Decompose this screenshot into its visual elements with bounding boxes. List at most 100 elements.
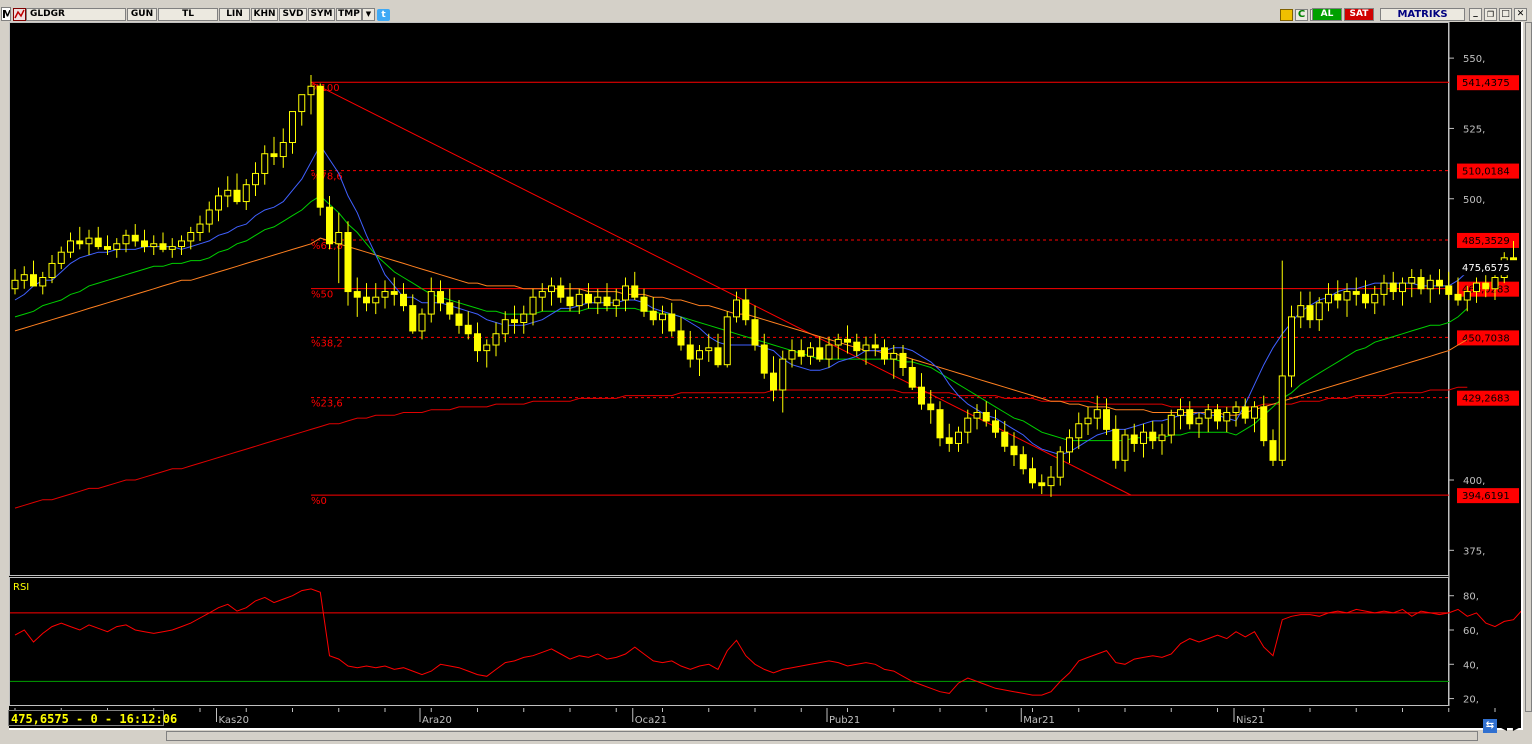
candle-body [363,296,370,304]
candle-body [279,142,287,158]
period-button[interactable]: GUN [127,8,157,21]
ma-200-line [14,386,1468,509]
chart-type-icon[interactable] [13,8,26,21]
candle-body [1473,282,1480,293]
candle-body [705,347,713,352]
candle-body [85,237,93,245]
candle-body [1445,285,1453,295]
candle-body [11,279,19,290]
candle-body [881,347,888,360]
currency-button[interactable]: TL [158,8,218,21]
candle-body [853,341,861,352]
candle-body [437,291,444,304]
matriks-menu-button[interactable]: M [1,7,11,21]
pencil-icon[interactable] [1280,9,1293,21]
candle-body [1288,316,1295,377]
candle-body [1056,451,1064,478]
candle-body [566,296,574,307]
price-pane-border [9,22,1449,576]
close-button[interactable]: ✕ [1514,8,1527,21]
candle-body [113,243,121,250]
fib-level-pct: %100 [311,83,340,94]
candle-body [955,431,962,444]
scroll-left-icon[interactable]: ◀ [1499,723,1509,733]
y-axis-tick-label: 375, [1463,546,1485,557]
candle-body [1297,305,1305,318]
sell-button[interactable]: SAT [1344,8,1374,21]
candle-body [150,243,158,248]
candle-body [335,232,343,245]
candle-body [446,302,454,315]
candle-body [927,403,935,411]
candle-body [427,291,435,315]
candle-body [1112,428,1120,461]
sym-button[interactable]: SYM [308,8,335,21]
candle-body [1167,414,1175,436]
candle-body [1121,434,1129,461]
candle-body [871,344,879,349]
x-axis-month-label: Nis21 [1236,715,1264,726]
candle-body [215,195,222,211]
fib-level-pct: %23,6 [311,399,343,410]
candle-body [1491,277,1499,290]
candle-body [409,305,417,332]
candle-body [557,285,565,298]
candle-body [141,240,148,248]
candle-body [298,94,306,113]
candle-body [899,352,907,368]
candle-body [1195,417,1203,425]
candle-body [908,367,916,388]
candle-body [936,409,944,439]
candle-body [1140,431,1147,444]
horizontal-scrollbar[interactable] [166,731,1478,741]
candle-body [779,358,787,391]
candle-body [94,237,102,248]
candle-body [270,153,278,158]
template-dropdown-icon[interactable]: ▼ [362,8,375,21]
candle-body [1103,409,1110,430]
candle-body [834,338,842,346]
svd-button[interactable]: SVD [279,8,307,21]
candle-body [1223,412,1231,422]
twitter-icon[interactable]: t [377,9,390,21]
fib-level-pct: %38,2 [311,338,343,349]
buy-button[interactable]: AL [1312,8,1342,21]
sync-icon[interactable]: ⇆ [1483,719,1497,733]
chart-canvas[interactable]: %100 541,4375%78,6 510,0184%61,8 485,3529%5… [9,22,1521,728]
template-button[interactable]: TMP [336,8,362,21]
candle-body [686,344,694,360]
candle-body [1075,423,1083,439]
candle-body [1177,409,1184,416]
candle-body [1426,279,1434,290]
candle-body [1204,409,1212,419]
candle-body [844,338,851,343]
rsi-axis-tick-label: 80, [1463,592,1479,603]
candle-body [1214,409,1221,422]
candle-body [760,344,768,374]
candle-body [159,243,167,250]
scroll-right-icon[interactable]: ▶ [1511,723,1521,733]
candle-body [816,347,824,360]
symbol-field[interactable]: GLDGR [26,8,126,21]
vertical-scrollbar[interactable] [1525,22,1532,712]
refresh-icon[interactable]: C [1295,9,1308,21]
candle-body [474,333,481,352]
candle-body [807,347,814,357]
x-axis-month-label: Ara20 [422,715,452,726]
candle-body [511,319,518,323]
candle-body [326,206,333,245]
candle-body [224,189,232,197]
restore-button[interactable]: ❐ [1484,8,1497,21]
candle-body [400,293,407,307]
scale-button[interactable]: LIN [219,8,250,21]
candle-body [945,437,953,444]
fib-level-value: 510,0184 [1462,167,1510,178]
khn-button[interactable]: KHN [251,8,278,21]
minimize-button[interactable]: _ [1469,8,1482,21]
candle-body [1417,277,1425,290]
maximize-button[interactable]: □ [1499,8,1512,21]
ma-medium-line [14,195,1468,442]
candle-body [520,313,528,323]
x-axis-month-label: Mar21 [1023,715,1055,726]
candle-body [622,285,629,301]
